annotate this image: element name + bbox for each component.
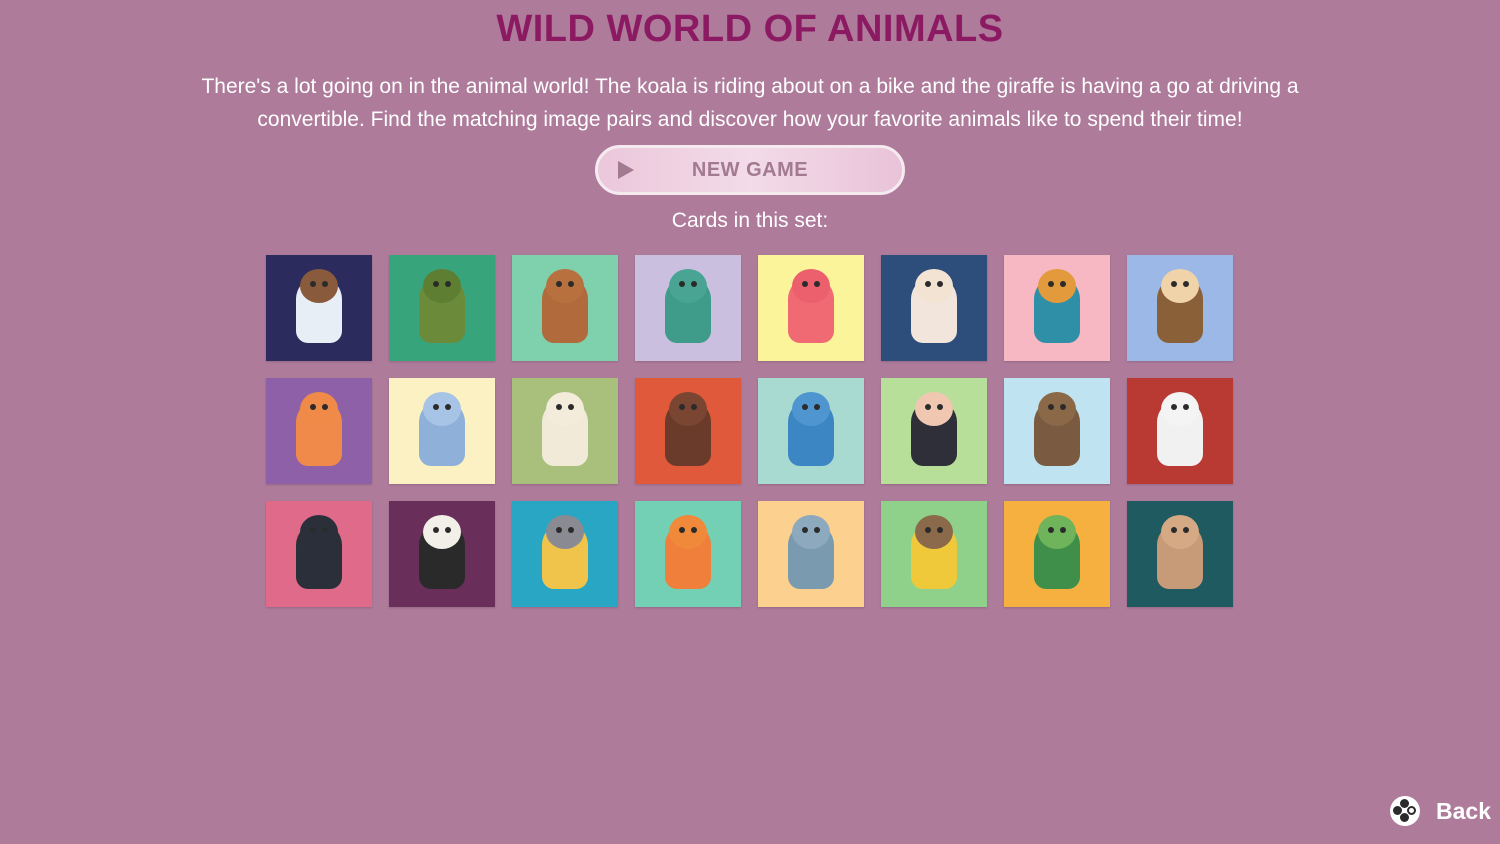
card-hedgehog-balloon xyxy=(1127,255,1233,361)
card-sloth-running xyxy=(881,501,987,607)
play-icon xyxy=(618,161,634,179)
card-turtle-knitting xyxy=(1004,501,1110,607)
card-polar-bear-jacket xyxy=(389,501,495,607)
cards-set-label: Cards in this set: xyxy=(671,209,829,232)
card-penguin-music xyxy=(266,501,372,607)
card-dog-jumprope xyxy=(881,255,987,361)
card-llama-hiking xyxy=(512,378,618,484)
card-chameleon-yoga xyxy=(635,255,741,361)
card-raccoon-raincoat xyxy=(512,501,618,607)
card-seahorse-backpack xyxy=(635,501,741,607)
card-horse-guitar xyxy=(635,378,741,484)
card-koala-bike xyxy=(389,378,495,484)
card-frog-laptop xyxy=(389,255,495,361)
card-monkey-astronaut xyxy=(266,255,372,361)
card-ostrich-rollerskates xyxy=(881,378,987,484)
card-grid xyxy=(266,255,1233,607)
card-shark-suit xyxy=(758,501,864,607)
card-panda-burger xyxy=(1127,378,1233,484)
card-cat-milk xyxy=(512,255,618,361)
card-rabbit-surfing xyxy=(1127,501,1233,607)
card-owl-umbrella xyxy=(1004,378,1110,484)
card-dolphin-bath xyxy=(758,378,864,484)
back-button[interactable]: Back xyxy=(1390,794,1491,828)
new-game-button[interactable]: NEW GAME xyxy=(595,145,905,195)
game-description: There's a lot going on in the animal wor… xyxy=(201,75,1299,131)
card-kangaroo-ballet xyxy=(266,378,372,484)
card-giraffe-convertible xyxy=(1004,255,1110,361)
card-flamingo-skateboard xyxy=(758,255,864,361)
new-game-label: NEW GAME xyxy=(691,158,809,181)
gamepad-icon xyxy=(1390,796,1420,826)
back-label: Back xyxy=(1436,797,1491,824)
page-title: WILD WORLD OF ANIMALS xyxy=(496,8,1004,50)
